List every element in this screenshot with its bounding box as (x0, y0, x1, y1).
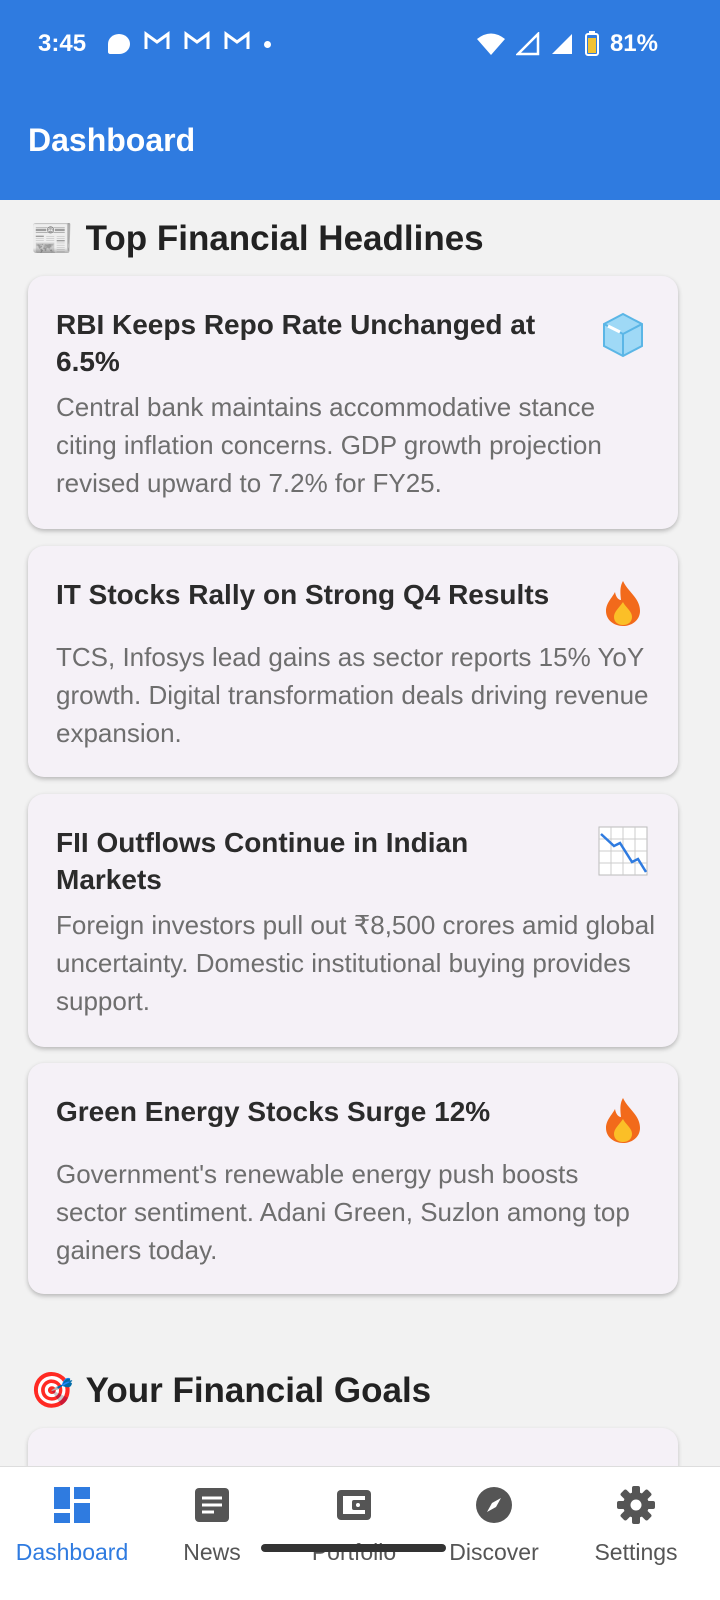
gesture-handle[interactable] (261, 1544, 446, 1552)
compass-icon (474, 1485, 514, 1525)
app-header: 3:45 81% Dashboard (0, 0, 720, 200)
status-right: 81% (476, 30, 658, 58)
headline-card[interactable]: RBI Keeps Repo Rate Unchanged at 6.5% Ce… (28, 276, 678, 529)
chat-icon (108, 34, 130, 54)
ice-cube-icon (598, 308, 648, 358)
page-title: Dashboard (28, 122, 196, 158)
notification-icons (108, 31, 271, 57)
status-time: 3:45 (38, 30, 87, 57)
headline-card[interactable]: FII Outflows Continue in Indian Markets … (28, 794, 678, 1047)
headline-title: IT Stocks Rally on Strong Q4 Results (56, 579, 550, 610)
news-icon (192, 1485, 232, 1525)
fire-icon (598, 578, 648, 628)
gmail-icon (224, 31, 250, 57)
headline-body: Government's renewable energy push boost… (56, 1159, 630, 1265)
fire-icon (598, 1095, 648, 1145)
wallet-icon (334, 1485, 374, 1525)
bottom-navigation: Dashboard News Portfolio Discover Settin… (0, 1466, 720, 1600)
headline-title: RBI Keeps Repo Rate Unchanged at 6.5% (56, 309, 536, 377)
gmail-icon (144, 31, 170, 57)
battery-percent: 81% (609, 30, 658, 57)
headline-title: FII Outflows Continue in Indian Markets (56, 827, 469, 895)
headline-body: Central bank maintains accommodative sta… (56, 392, 602, 498)
goals-section-title: 🎯 Your Financial Goals (30, 1370, 431, 1411)
headline-card[interactable]: Green Energy Stocks Surge 12% Government… (28, 1063, 678, 1294)
nav-label: Dashboard (15, 1539, 129, 1565)
nav-label: News (183, 1539, 241, 1565)
section-title-text: Top Financial Headlines (85, 218, 484, 258)
nav-portfolio[interactable]: Portfolio (282, 1485, 426, 1566)
nav-news[interactable]: News (140, 1485, 284, 1566)
headlines-section-title: 📰 Top Financial Headlines (30, 218, 484, 259)
section-title-text: Your Financial Goals (85, 1370, 432, 1410)
status-bar: 3:45 81% (0, 0, 720, 90)
nav-dashboard[interactable]: Dashboard (0, 1485, 144, 1566)
battery-icon (584, 31, 599, 56)
signal-icon (515, 32, 540, 56)
signal-icon (551, 34, 572, 54)
nav-settings[interactable]: Settings (564, 1485, 708, 1566)
headline-body: Foreign investors pull out ₹8,500 crores… (56, 910, 655, 1016)
target-icon: 🎯 (30, 1371, 74, 1410)
gear-icon (616, 1485, 656, 1525)
headline-card[interactable]: IT Stocks Rally on Strong Q4 Results TCS… (28, 546, 678, 777)
headline-title: Green Energy Stocks Surge 12% (56, 1096, 491, 1127)
gmail-icon (184, 31, 210, 57)
dashboard-icon (52, 1485, 92, 1525)
more-notifications-dot (264, 40, 271, 48)
newspaper-icon: 📰 (30, 219, 74, 258)
headline-body: TCS, Infosys lead gains as sector report… (56, 642, 649, 748)
chart-decreasing-icon (598, 826, 648, 876)
nav-label: Discover (449, 1539, 539, 1565)
nav-discover[interactable]: Discover (422, 1485, 566, 1566)
nav-label: Settings (594, 1539, 678, 1565)
wifi-icon (476, 33, 505, 55)
